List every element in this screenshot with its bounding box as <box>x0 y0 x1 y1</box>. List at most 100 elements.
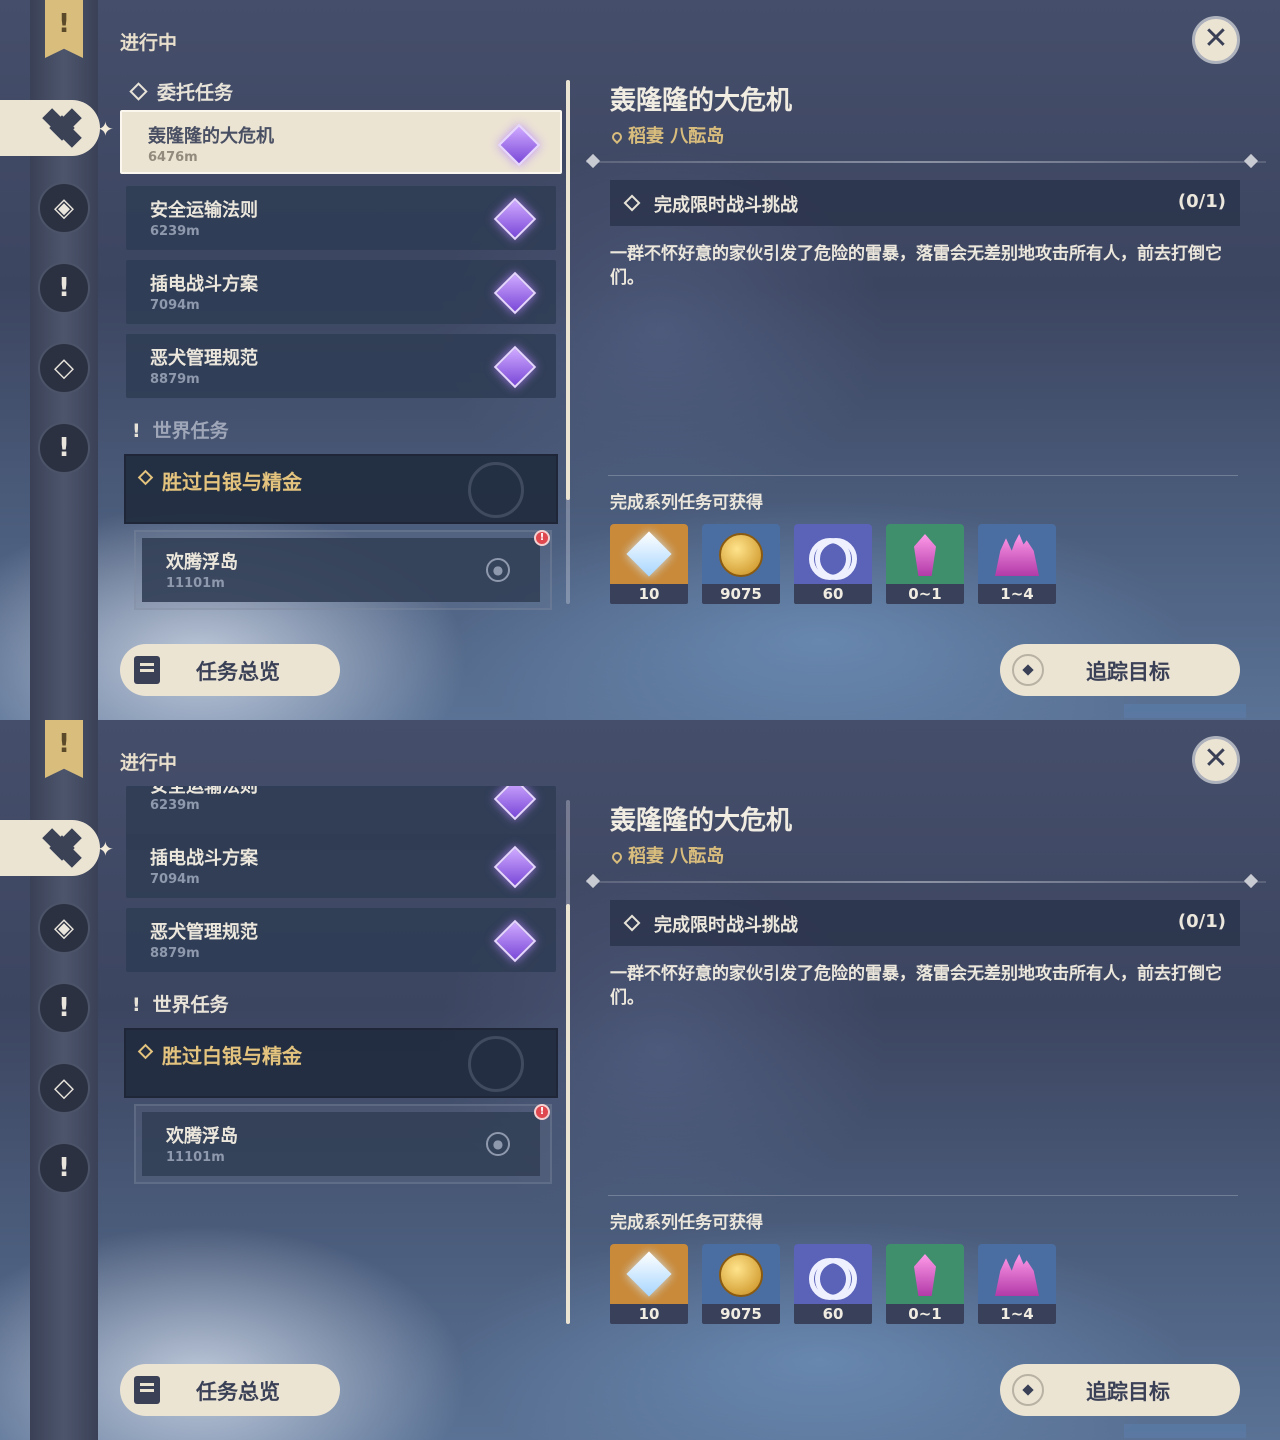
primogem-icon <box>626 1251 672 1297</box>
background-strip <box>1124 704 1246 718</box>
detail-title: 轰隆隆的大危机 <box>610 86 793 116</box>
quest-overview-button[interactable]: 任务总览 <box>120 1364 340 1416</box>
location-pin-icon <box>609 129 625 145</box>
quest-item[interactable]: 插电战斗方案 7094m <box>126 260 556 324</box>
quest-name: 插电战斗方案 <box>150 274 258 295</box>
reward-count: 9075 <box>702 1304 780 1324</box>
scrollbar[interactable] <box>566 800 570 1324</box>
rewards-label: 完成系列任务可获得 <box>610 1213 763 1233</box>
reward-count: 1~4 <box>978 584 1056 604</box>
track-diamond-icon <box>1012 654 1044 686</box>
quest-name: 安全运输法则 <box>150 786 258 797</box>
quest-distance: 8879m <box>150 946 200 961</box>
quest-name: 欢腾浮岛 <box>166 552 238 573</box>
objective-progress: (0/1) <box>1177 911 1226 932</box>
reward-fellowship[interactable]: 60 <box>794 524 872 604</box>
world-quest-name: 胜过白银与精金 <box>162 470 302 494</box>
group-commission: 委托任务 <box>129 78 233 105</box>
fellowship-icon <box>809 1258 857 1300</box>
close-button[interactable]: ✕ <box>1192 736 1240 784</box>
commission-gem-icon <box>493 271 537 315</box>
reward-primogem[interactable]: 10 <box>610 524 688 604</box>
quest-book-icon <box>134 656 160 684</box>
reward-crystal-cluster[interactable]: 1~4 <box>978 524 1056 604</box>
divider <box>608 1195 1238 1196</box>
objective-text: 完成限时战斗挑战 <box>654 915 798 936</box>
commission-icon <box>49 115 75 141</box>
quest-list[interactable]: 委托任务 轰隆隆的大危机 6476m 安全运输法则 6239m 插电战斗方案 7… <box>118 66 564 614</box>
status-label: 进行中 <box>120 32 178 54</box>
world-quest-header[interactable]: 胜过白银与精金 <box>124 454 558 524</box>
tab-commission[interactable] <box>0 100 100 156</box>
tab-alert[interactable]: ! <box>38 1142 90 1194</box>
tab-world-quest[interactable]: ! <box>38 982 90 1034</box>
commission-group-icon <box>129 82 148 101</box>
quest-distance: 6476m <box>148 150 198 165</box>
tab-archon[interactable]: ◈ <box>38 902 90 954</box>
tab-event[interactable]: ◇ <box>38 1062 90 1114</box>
world-quest-diamond-icon <box>137 1043 154 1060</box>
scrollbar-thumb[interactable] <box>566 904 570 1324</box>
tab-archon[interactable]: ◈ <box>38 182 90 234</box>
group-world: ! 世界任务 <box>132 420 229 442</box>
quest-item[interactable]: 恶犬管理规范 8879m <box>126 908 556 972</box>
objective-diamond-icon <box>623 194 641 212</box>
crystal-chunk-icon <box>914 534 936 576</box>
world-quest-icon: ! <box>132 994 141 1016</box>
background-strip <box>1124 1424 1246 1438</box>
objective-text: 完成限时战斗挑战 <box>654 195 798 216</box>
world-quest-name: 胜过白银与精金 <box>162 1044 302 1068</box>
crystal-cluster-icon <box>995 1254 1039 1296</box>
tab-commission[interactable] <box>0 820 100 876</box>
quest-item[interactable]: 插电战斗方案 7094m <box>126 834 556 898</box>
reward-mora[interactable]: 9075 <box>702 524 780 604</box>
reward-mora[interactable]: 9075 <box>702 1244 780 1324</box>
reward-count: 10 <box>610 584 688 604</box>
quest-item[interactable]: 轰隆隆的大危机 6476m <box>120 110 562 174</box>
reward-crystal-cluster[interactable]: 1~4 <box>978 1244 1056 1324</box>
close-icon: ✕ <box>1203 21 1229 56</box>
reward-crystal-chunk[interactable]: 0~1 <box>886 1244 964 1324</box>
quest-distance: 11101m <box>166 576 225 591</box>
commission-gem-icon <box>493 197 537 241</box>
scrollbar[interactable] <box>566 80 570 604</box>
commission-gem-icon <box>493 919 537 963</box>
quest-name: 恶犬管理规范 <box>150 922 258 943</box>
reward-count: 0~1 <box>886 584 964 604</box>
reward-count: 60 <box>794 1304 872 1324</box>
quest-distance: 11101m <box>166 1150 225 1165</box>
detail-location: 稻妻 八酝岛 <box>609 122 724 148</box>
world-quest-subitem[interactable]: 欢腾浮岛 11101m ● ! <box>142 530 550 602</box>
close-button[interactable]: ✕ <box>1192 16 1240 64</box>
tab-alert[interactable]: ! <box>38 422 90 474</box>
world-quest-subitem[interactable]: 欢腾浮岛 11101m ● ! <box>142 1104 550 1176</box>
crystal-chunk-icon <box>914 1254 936 1296</box>
quest-list[interactable]: 安全运输法则 6239m 插电战斗方案 7094m 恶犬管理规范 8879m !… <box>118 786 564 1334</box>
divider <box>608 475 1238 476</box>
reward-crystal-chunk[interactable]: 0~1 <box>886 524 964 604</box>
track-target-button[interactable]: 追踪目标 <box>1000 644 1240 696</box>
quest-description: 一群不怀好意的家伙引发了危险的雷暴，落雷会无差别地攻击所有人，前去打倒它们。 <box>610 964 1222 1008</box>
quest-item[interactable]: 安全运输法则 6239m <box>126 186 556 250</box>
scrollbar-thumb[interactable] <box>566 80 570 500</box>
world-quest-icon: ! <box>132 420 141 442</box>
world-quest-header[interactable]: 胜过白银与精金 <box>124 1028 558 1098</box>
quest-distance: 7094m <box>150 298 200 313</box>
divider <box>586 881 1266 883</box>
reward-fellowship[interactable]: 60 <box>794 1244 872 1324</box>
quest-distance: 6239m <box>150 224 200 239</box>
reward-count: 10 <box>610 1304 688 1324</box>
location-pin-icon: ● <box>486 558 510 582</box>
quest-overview-button[interactable]: 任务总览 <box>120 644 340 696</box>
tab-event[interactable]: ◇ <box>38 342 90 394</box>
rewards-label: 完成系列任务可获得 <box>610 493 763 513</box>
quest-item[interactable]: 恶犬管理规范 8879m <box>126 334 556 398</box>
track-diamond-icon <box>1012 1374 1044 1406</box>
track-target-button[interactable]: 追踪目标 <box>1000 1364 1240 1416</box>
tab-world-quest[interactable]: ! <box>38 262 90 314</box>
commission-gem-icon <box>497 123 541 167</box>
objective-diamond-icon <box>623 914 641 932</box>
reward-primogem[interactable]: 10 <box>610 1244 688 1324</box>
commission-gem-icon <box>493 845 537 889</box>
reward-count: 60 <box>794 584 872 604</box>
